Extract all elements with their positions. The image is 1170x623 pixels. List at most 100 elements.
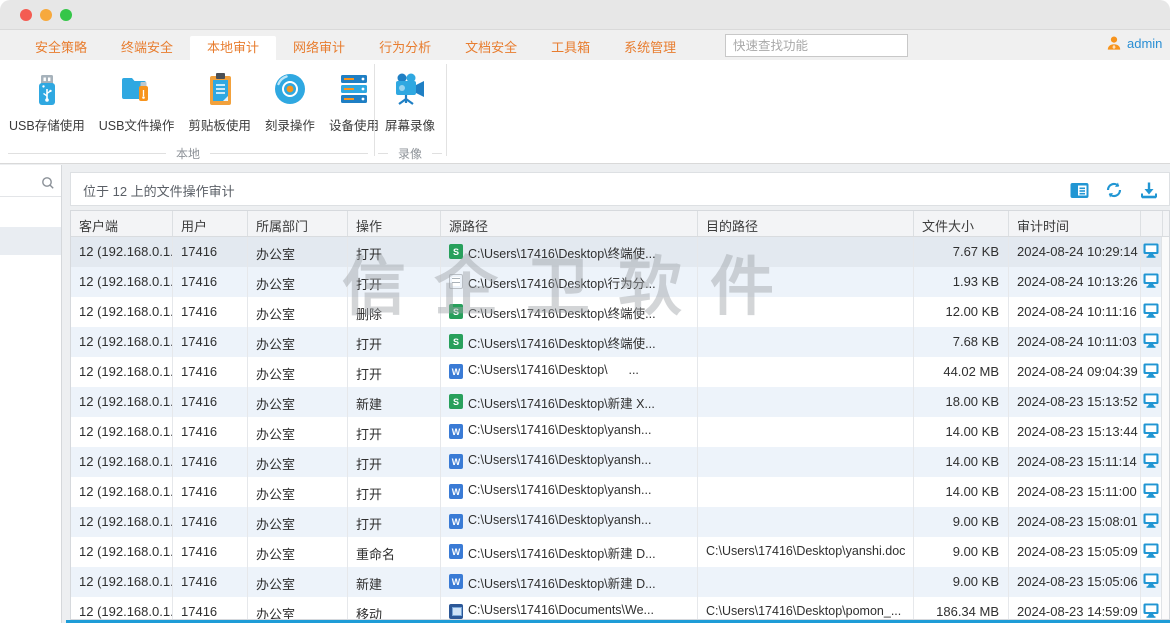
close-button[interactable] [20,9,32,21]
table-row[interactable]: 12 (192.168.0.1... 17416 办公室 打开 C:\Users… [71,417,1169,447]
clipboard-button[interactable]: 剪贴板使用 [181,64,258,138]
view-screen-button[interactable] [1141,447,1163,477]
column-settings-button[interactable] [1069,180,1089,200]
cell-client: 12 (192.168.0.1... [71,507,173,537]
screen-record-button[interactable]: 屏幕录像 [378,64,442,138]
minimize-button[interactable] [40,9,52,21]
view-screen-button[interactable] [1141,387,1163,417]
table-row[interactable]: 12 (192.168.0.1... 17416 办公室 新建 C:\Users… [71,387,1169,417]
tab-security-policy[interactable]: 安全策略 [18,36,104,60]
table-row[interactable]: 12 (192.168.0.1... 17416 办公室 打开 C:\Users… [71,447,1169,477]
view-screen-button[interactable] [1141,507,1163,537]
file-type-icon [449,604,463,619]
cell-department: 办公室 [248,357,348,387]
monitor-icon [1143,513,1159,528]
cell-user: 17416 [173,267,248,297]
col-header-dest-path[interactable]: 目的路径 [698,211,914,236]
cell-user: 17416 [173,237,248,267]
cell-user: 17416 [173,357,248,387]
view-screen-button[interactable] [1141,327,1163,357]
table-row[interactable]: 12 (192.168.0.1... 17416 办公室 打开 C:\Users… [71,507,1169,537]
table-row[interactable]: 12 (192.168.0.1... 17416 办公室 打开 C:\Users… [71,237,1169,267]
view-screen-button[interactable] [1141,537,1163,567]
file-type-icon [449,334,463,349]
cell-audit-time: 2024-08-23 15:05:09 [1009,537,1141,567]
cell-department: 办公室 [248,537,348,567]
cell-audit-time: 2024-08-24 10:29:14 [1009,237,1141,267]
table-row[interactable]: 12 (192.168.0.1... 17416 办公室 删除 C:\Users… [71,297,1169,327]
cell-department: 办公室 [248,297,348,327]
monitor-icon [1143,363,1159,378]
table-row[interactable]: 12 (192.168.0.1... 17416 办公室 打开 C:\Users… [71,357,1169,387]
monitor-icon [1143,273,1159,288]
cell-user: 17416 [173,417,248,447]
burn-disc-button[interactable]: 刻录操作 [258,64,322,138]
cell-file-size: 9.00 KB [914,567,1009,597]
cell-client: 12 (192.168.0.1... [71,447,173,477]
file-type-icon [449,544,463,559]
cell-user: 17416 [173,477,248,507]
monitor-icon [1143,303,1159,318]
window-titlebar [0,0,1170,30]
col-header-source-path[interactable]: 源路径 [441,211,698,236]
cell-client: 12 (192.168.0.1... [71,597,173,620]
view-screen-button[interactable] [1141,297,1163,327]
cell-client: 12 (192.168.0.1... [71,477,173,507]
usb-storage-button[interactable]: USB存储使用 [2,64,92,138]
tab-system-management[interactable]: 系统管理 [607,36,693,60]
monitor-icon [1143,543,1159,558]
device-usage-button[interactable]: 设备使用 [322,64,386,138]
view-screen-button[interactable] [1141,477,1163,507]
col-header-view [1141,211,1163,236]
table-row[interactable]: 12 (192.168.0.1... 17416 办公室 重命名 C:\User… [71,537,1169,567]
cell-dest-path [698,507,914,537]
table-row[interactable]: 12 (192.168.0.1... 17416 办公室 打开 C:\Users… [71,267,1169,297]
view-screen-button[interactable] [1141,357,1163,387]
cell-source-path: C:\Users\17416\Desktop\新建 X... [441,387,698,417]
cell-client: 12 (192.168.0.1... [71,357,173,387]
cell-operation: 新建 [348,387,441,417]
tab-local-audit[interactable]: 本地审计 [190,36,276,60]
col-header-operation[interactable]: 操作 [348,211,441,236]
cell-file-size: 7.67 KB [914,237,1009,267]
view-screen-button[interactable] [1141,267,1163,297]
tab-network-audit[interactable]: 网络审计 [276,36,362,60]
view-screen-button[interactable] [1141,597,1163,620]
table-row[interactable]: 12 (192.168.0.1... 17416 办公室 打开 C:\Users… [71,327,1169,357]
col-header-client[interactable]: 客户端 [71,211,173,236]
table-row[interactable]: 12 (192.168.0.1... 17416 办公室 新建 C:\Users… [71,567,1169,597]
refresh-button[interactable] [1104,180,1124,200]
file-type-icon [449,424,463,439]
burn-disc-icon [269,68,311,110]
quick-search-input[interactable] [725,34,908,57]
view-screen-button[interactable] [1141,237,1163,267]
table-row[interactable]: 12 (192.168.0.1... 17416 办公室 移动 C:\Users… [71,597,1169,620]
col-header-file-size[interactable]: 文件大小 [914,211,1009,236]
tab-document-security[interactable]: 文档安全 [448,36,534,60]
user-menu[interactable]: admin [1106,35,1166,51]
col-header-department[interactable]: 所属部门 [248,211,348,236]
zoom-button[interactable] [60,9,72,21]
page-title: 位于 12 上的文件操作审计 [83,181,235,200]
col-header-audit-time[interactable]: 审计时间 [1009,211,1141,236]
cell-file-size: 12.00 KB [914,297,1009,327]
view-screen-button[interactable] [1141,567,1163,597]
usb-file-ops-button[interactable]: USB文件操作 [92,64,182,138]
col-header-user[interactable]: 用户 [173,211,248,236]
sidebar-item-selected[interactable] [0,227,61,255]
tab-toolbox[interactable]: 工具箱 [534,36,607,60]
search-icon [41,176,55,190]
monitor-icon [1143,453,1159,468]
content-header: 位于 12 上的文件操作审计 [70,172,1170,206]
view-screen-button[interactable] [1141,417,1163,447]
tab-behavior-analysis[interactable]: 行为分析 [362,36,448,60]
cell-dest-path [698,477,914,507]
tab-terminal-security[interactable]: 终端安全 [104,36,190,60]
export-button[interactable] [1139,180,1159,200]
cell-client: 12 (192.168.0.1... [71,417,173,447]
monitor-icon [1143,333,1159,348]
table-row[interactable]: 12 (192.168.0.1... 17416 办公室 打开 C:\Users… [71,477,1169,507]
table-scrollbar[interactable] [1161,237,1169,619]
sidebar-search[interactable] [0,169,61,197]
cell-operation: 打开 [348,507,441,537]
